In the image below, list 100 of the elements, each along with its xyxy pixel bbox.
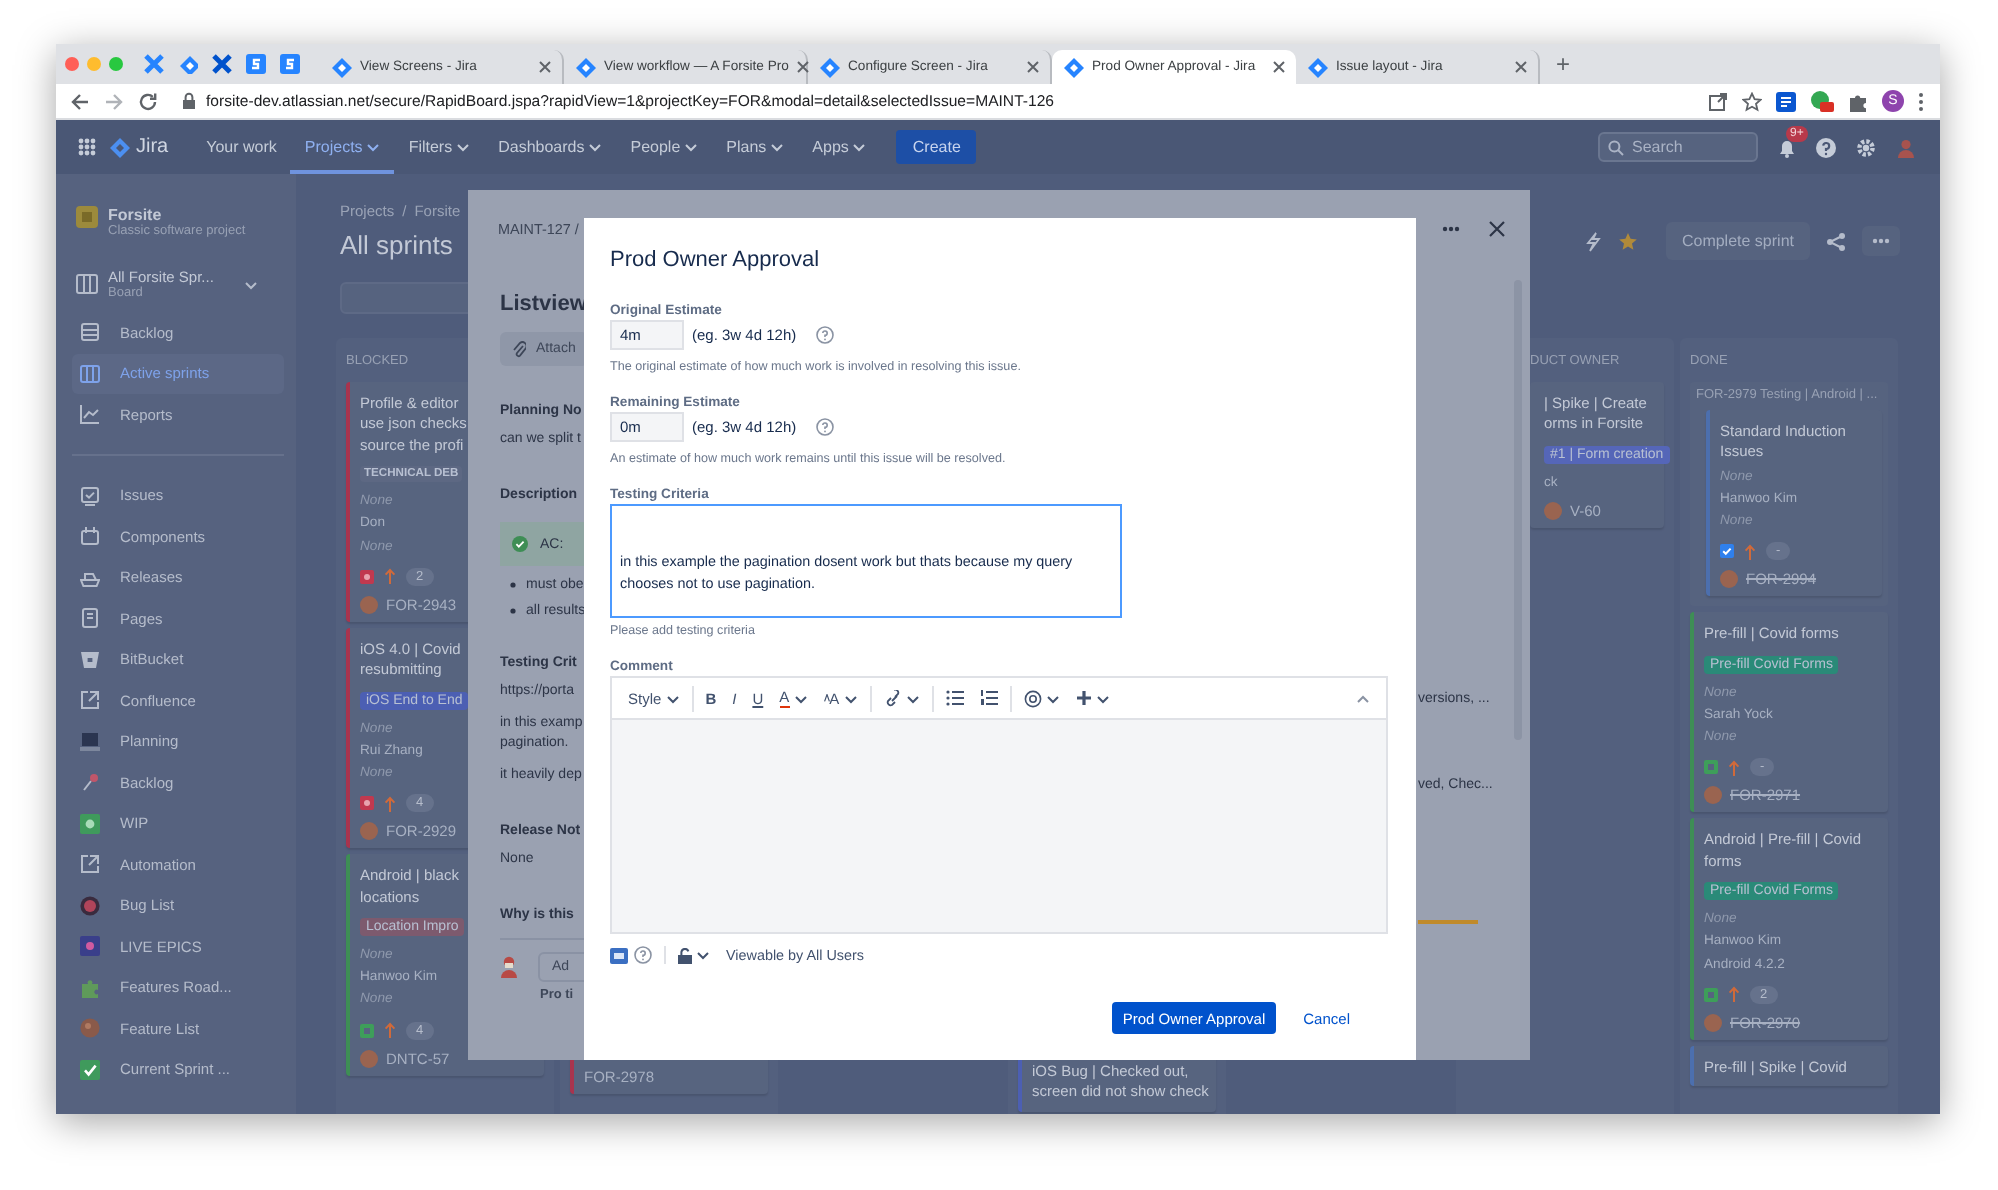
create-button[interactable]: Create: [896, 130, 977, 164]
bell-icon[interactable]: [1778, 137, 1796, 157]
chevron-down-icon: [843, 693, 858, 703]
issue-icon: [80, 485, 100, 506]
jira-icon: [576, 57, 596, 77]
search-icon: [1608, 140, 1624, 156]
help-icon[interactable]: [634, 946, 652, 964]
priority-arrow-icon: [1728, 986, 1740, 1003]
external-link-icon: [80, 854, 100, 875]
at-sign-icon: [1023, 689, 1042, 707]
reload-icon[interactable]: [138, 91, 158, 111]
list-icon: [80, 322, 100, 343]
chart-icon: [80, 404, 100, 425]
round-logo-icon: [80, 1018, 100, 1039]
assignee-avatar-icon: [1704, 1013, 1722, 1032]
settings-icon[interactable]: [1856, 137, 1876, 157]
cross-icon[interactable]: [144, 54, 164, 74]
nav-menu-item[interactable]: Filters: [394, 120, 485, 174]
extension-icon[interactable]: [1776, 91, 1796, 111]
app-grid-icon[interactable]: [78, 138, 96, 156]
bucket-icon: [80, 649, 100, 670]
puzzle-icon[interactable]: [1848, 91, 1868, 111]
back-icon[interactable]: [70, 91, 90, 111]
story-type-icon: [1704, 760, 1718, 775]
new-tab-button[interactable]: +: [1556, 52, 1571, 76]
jira-icon: [1308, 57, 1328, 77]
check-circle-icon: [512, 536, 528, 552]
assignee-avatar-icon: [1704, 786, 1722, 805]
laptop-icon: [80, 731, 100, 752]
jira-icon: [332, 57, 352, 77]
help-icon[interactable]: [816, 326, 835, 344]
extension-icon[interactable]: [1810, 90, 1834, 112]
page-title: All sprints: [340, 230, 455, 260]
issue-title: Listview: [500, 292, 587, 316]
bookmark-star-icon[interactable]: [1742, 91, 1762, 111]
dialog-title: Prod Owner Approval: [610, 248, 822, 272]
help-icon[interactable]: [816, 418, 835, 436]
nav-menu-item[interactable]: Apps: [798, 120, 881, 174]
nav-menu-item[interactable]: Plans: [712, 120, 799, 174]
close-icon[interactable]: [538, 60, 552, 74]
jira-icon: [1064, 57, 1084, 77]
priority-arrow-icon: [384, 1022, 396, 1039]
collapse-icon: [1356, 693, 1370, 703]
visibility-dropdown[interactable]: [678, 947, 710, 963]
close-icon[interactable]: [1026, 60, 1040, 74]
priority-arrow-icon: [1728, 759, 1740, 776]
bug-type-icon: [360, 796, 374, 811]
board-icon: [80, 363, 100, 384]
close-icon[interactable]: [1272, 60, 1286, 74]
help-icon[interactable]: [1816, 137, 1836, 157]
board-icon: [76, 274, 98, 294]
app-tile-icon: [80, 936, 100, 957]
more-button[interactable]: [1862, 226, 1900, 256]
bullet-icon: [510, 582, 516, 588]
s-tile-icon[interactable]: [280, 54, 300, 74]
image-icon[interactable]: [610, 947, 628, 963]
s-tile-icon[interactable]: [246, 54, 266, 74]
jira-logo[interactable]: Jira: [110, 136, 169, 158]
padlock-icon: [678, 947, 692, 963]
lock-icon: [182, 92, 196, 110]
round-logo-icon: [80, 895, 100, 916]
jira-icon: [110, 137, 130, 157]
assignee-avatar-icon: [1720, 570, 1738, 589]
priority-arrow-icon: [384, 568, 396, 585]
component-icon: [80, 526, 100, 547]
more-icon[interactable]: [1918, 91, 1924, 111]
chevron-down-icon: [793, 693, 808, 703]
task-type-icon: [1720, 544, 1734, 559]
link-icon: [883, 689, 902, 707]
nav-menu-item[interactable]: Your work: [192, 120, 291, 174]
comment-field[interactable]: [612, 720, 1386, 932]
more-icon[interactable]: [1442, 226, 1460, 232]
cross-icon[interactable]: [212, 54, 232, 74]
product-name: Jira: [136, 136, 169, 158]
jira-icon: [820, 57, 840, 77]
star-icon[interactable]: [1617, 231, 1638, 251]
diamond-icon[interactable]: [178, 54, 198, 74]
close-icon[interactable]: [796, 60, 811, 74]
close-icon[interactable]: [1514, 60, 1528, 74]
share-page-icon[interactable]: [1708, 91, 1728, 111]
nav-menu-item[interactable]: People: [616, 120, 713, 174]
assignee-avatar-icon: [1544, 502, 1562, 521]
chevron-down-icon: [696, 950, 710, 960]
numbered-list-icon: [979, 690, 998, 706]
project-name[interactable]: Forsite: [108, 206, 246, 224]
close-icon[interactable]: [1488, 220, 1506, 238]
nav-menu-item[interactable]: Projects: [290, 120, 395, 174]
check-tile-icon: [80, 1059, 100, 1080]
search-field[interactable]: Search: [1598, 132, 1758, 162]
chevron-down-icon: [1095, 693, 1110, 703]
lightning-icon[interactable]: [1583, 231, 1602, 251]
chevron-down-icon: [1045, 693, 1060, 703]
assignee-avatar-icon: [360, 1049, 378, 1068]
user-avatar-icon: [500, 956, 518, 978]
app-tile-icon: [80, 813, 100, 834]
share-icon[interactable]: [1826, 231, 1846, 251]
plus-icon: [1075, 690, 1092, 706]
complete-sprint-button[interactable]: Complete sprint: [1665, 222, 1810, 260]
nav-menu-item[interactable]: Dashboards: [484, 120, 617, 174]
chevron-down-icon: [905, 693, 920, 703]
